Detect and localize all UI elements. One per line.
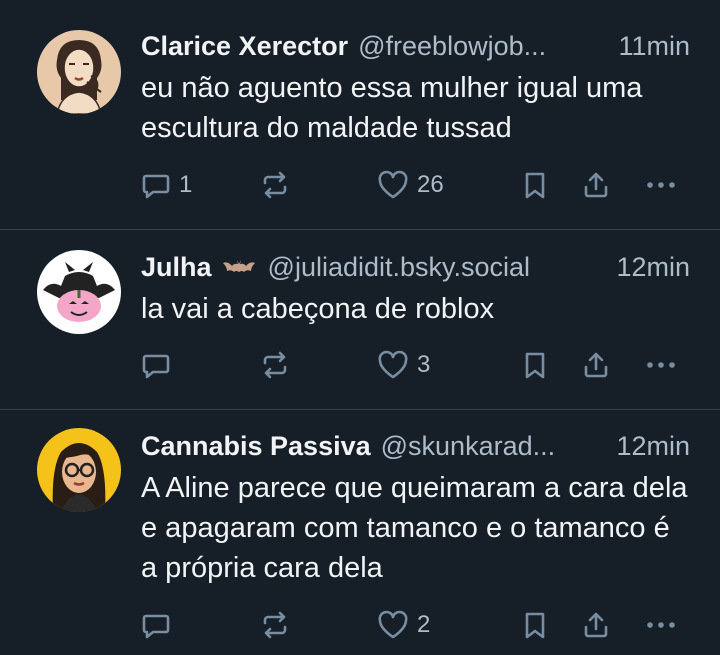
author-handle[interactable]: @juliadidit.bsky.social [268, 247, 609, 287]
author-name[interactable]: Cannabis Passiva [141, 426, 371, 466]
author-name[interactable]: Clarice Xerector [141, 26, 348, 66]
reply-button[interactable] [141, 345, 171, 385]
share-icon [584, 612, 608, 638]
more-icon [647, 622, 675, 628]
more-button[interactable] [644, 605, 678, 645]
post-text: A Aline parece que queimaram a cara dela… [141, 472, 688, 584]
post-header: Cannabis Passiva @skunkarad... 12min [141, 426, 690, 466]
reply-icon [142, 354, 170, 379]
author-handle[interactable]: @freeblowjob... [358, 26, 610, 66]
post-time[interactable]: 11min [618, 26, 690, 66]
reply-button[interactable] [141, 605, 171, 645]
share-icon [584, 172, 608, 198]
bat-icon [222, 260, 255, 272]
like-button[interactable]: 2 [377, 605, 430, 645]
more-icon [647, 182, 675, 188]
post-text: eu não aguento essa mulher igual uma esc… [141, 72, 643, 144]
pumpkin-bat-avatar [37, 250, 121, 334]
post-actions: 3 [141, 345, 691, 385]
bookmark-icon [525, 612, 545, 639]
like-count: 3 [417, 351, 431, 378]
reply-count: 1 [179, 171, 193, 198]
reply-button[interactable]: 1 [141, 165, 192, 205]
author-name[interactable]: Julha [141, 247, 212, 287]
heart-icon [378, 350, 408, 379]
bookmark-button[interactable] [522, 605, 548, 645]
bookmark-button[interactable] [522, 165, 548, 205]
like-count: 2 [417, 611, 431, 638]
post-actions: 1 26 [141, 165, 691, 205]
repost-button[interactable] [259, 345, 291, 385]
avatar[interactable] [37, 250, 121, 334]
share-button[interactable] [581, 165, 611, 205]
reply-icon [142, 174, 170, 199]
post-time[interactable]: 12min [616, 426, 690, 466]
more-button[interactable] [644, 345, 678, 385]
repost-button[interactable] [259, 605, 291, 645]
post-text: la vai a cabeçona de roblox [141, 293, 495, 325]
cartoon-woman-glasses-avatar [37, 428, 121, 512]
post-header: Julha @juliadidit.bsky.social 12min [141, 247, 690, 287]
feed: Clarice Xerector @freeblowjob... 11min e… [0, 0, 720, 655]
post-item[interactable]: Julha @juliadidit.bsky.social 12min la v… [0, 230, 720, 410]
repost-icon [263, 611, 287, 639]
repost-icon [263, 171, 287, 199]
post-actions: 2 [141, 605, 691, 645]
like-count: 26 [417, 171, 444, 198]
bookmark-button[interactable] [522, 345, 548, 385]
woman-sketch-avatar [37, 30, 121, 114]
bookmark-icon [525, 352, 545, 379]
reply-icon [142, 614, 170, 639]
share-button[interactable] [581, 605, 611, 645]
like-button[interactable]: 26 [377, 165, 444, 205]
bookmark-icon [525, 172, 545, 199]
share-button[interactable] [581, 345, 611, 385]
avatar[interactable] [37, 30, 121, 114]
post-item[interactable]: Cannabis Passiva @skunkarad... 12min A A… [0, 410, 720, 655]
repost-button[interactable] [259, 165, 291, 205]
heart-icon [378, 170, 408, 199]
more-button[interactable] [644, 165, 678, 205]
post-header: Clarice Xerector @freeblowjob... 11min [141, 26, 690, 66]
heart-icon [378, 610, 408, 639]
post-item[interactable]: Clarice Xerector @freeblowjob... 11min e… [0, 0, 720, 230]
share-icon [584, 352, 608, 378]
post-time[interactable]: 12min [616, 247, 690, 287]
avatar[interactable] [37, 428, 121, 512]
like-button[interactable]: 3 [377, 345, 430, 385]
more-icon [647, 362, 675, 368]
repost-icon [263, 351, 287, 379]
author-handle[interactable]: @skunkarad... [381, 426, 609, 466]
